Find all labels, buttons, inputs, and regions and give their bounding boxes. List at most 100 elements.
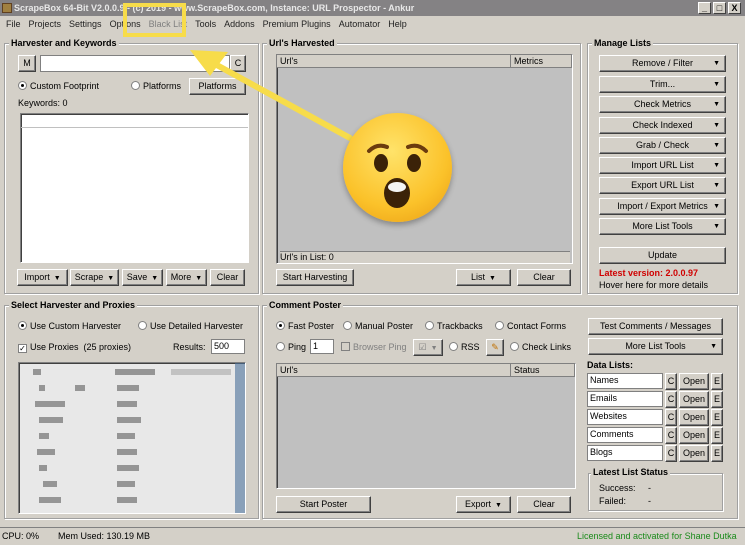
contact-forms-radio[interactable]: Contact Forms bbox=[495, 321, 566, 331]
rss-radio[interactable]: RSS bbox=[449, 342, 480, 352]
more-list-tools-label: More List Tools bbox=[632, 221, 693, 231]
trim-button[interactable]: Trim... ▼ bbox=[599, 76, 726, 93]
export-button[interactable]: Export ▼ bbox=[456, 496, 511, 513]
websites-open-button[interactable]: Open bbox=[679, 409, 709, 426]
scrape-button[interactable]: Scrape ▼ bbox=[70, 269, 119, 286]
import-export-metrics-button[interactable]: Import / Export Metrics ▼ bbox=[599, 198, 726, 215]
start-harvesting-button[interactable]: Start Harvesting bbox=[276, 269, 354, 286]
proxies-scrollbar[interactable] bbox=[235, 363, 245, 513]
manual-poster-radio[interactable]: Manual Poster bbox=[343, 321, 413, 331]
menu-help[interactable]: Help bbox=[384, 19, 411, 29]
poster-col-status-header[interactable]: Status bbox=[511, 364, 575, 377]
poster-more-list-tools-button[interactable]: More List Tools ▼ bbox=[588, 338, 723, 355]
dropdown-arrow-icon: ▼ bbox=[495, 502, 502, 509]
proxies-list[interactable] bbox=[18, 362, 246, 514]
menu-settings[interactable]: Settings bbox=[65, 19, 106, 29]
dropdown-arrow-icon: ▼ bbox=[713, 101, 720, 108]
fast-poster-label: Fast Poster bbox=[288, 321, 335, 331]
results-input[interactable]: 500 bbox=[211, 339, 245, 354]
poster-col-urls-header[interactable]: Url's bbox=[277, 364, 511, 377]
radio-on-icon bbox=[276, 321, 285, 330]
minimize-button[interactable]: _ bbox=[698, 2, 711, 14]
emails-edit-button[interactable]: E bbox=[711, 391, 723, 408]
emails-open-button[interactable]: Open bbox=[679, 391, 709, 408]
m-button[interactable]: M bbox=[18, 55, 36, 72]
websites-edit-button[interactable]: E bbox=[711, 409, 723, 426]
ping-count-input[interactable]: 1 bbox=[310, 339, 334, 354]
more-button[interactable]: More ▼ bbox=[166, 269, 207, 286]
websites-field[interactable]: Websites bbox=[587, 409, 663, 425]
col-metrics-header[interactable]: Metrics bbox=[511, 55, 572, 68]
import-label: Import bbox=[24, 272, 50, 282]
remove-filter-label: Remove / Filter bbox=[631, 58, 693, 68]
browser-ping-checkbox[interactable]: Browser Ping bbox=[341, 342, 407, 352]
dropdown-arrow-icon: ▼ bbox=[713, 122, 720, 129]
import-export-metrics-label: Import / Export Metrics bbox=[617, 201, 708, 211]
update-button[interactable]: Update bbox=[599, 247, 726, 264]
poster-more-list-tools-label: More List Tools bbox=[625, 341, 686, 351]
clear-urls-button[interactable]: Clear bbox=[517, 269, 571, 286]
grab-check-button[interactable]: Grab / Check ▼ bbox=[599, 137, 726, 154]
remove-filter-button[interactable]: Remove / Filter ▼ bbox=[599, 55, 726, 72]
radio-off-icon bbox=[131, 81, 140, 90]
trackbacks-label: Trackbacks bbox=[437, 321, 483, 331]
comments-clear-button[interactable]: C bbox=[665, 427, 677, 444]
names-edit-button[interactable]: E bbox=[711, 373, 723, 390]
comments-edit-button[interactable]: E bbox=[711, 427, 723, 444]
check-indexed-button[interactable]: Check Indexed ▼ bbox=[599, 117, 726, 134]
latest-version: Latest version: 2.0.0.97 bbox=[599, 268, 699, 278]
close-button[interactable]: X bbox=[728, 2, 741, 14]
trackbacks-radio[interactable]: Trackbacks bbox=[425, 321, 483, 331]
hover-details-link[interactable]: Hover here for more details bbox=[599, 280, 708, 290]
menu-tools[interactable]: Tools bbox=[191, 19, 220, 29]
fast-poster-radio[interactable]: Fast Poster bbox=[276, 321, 334, 331]
comments-open-button[interactable]: Open bbox=[679, 427, 709, 444]
custom-footprint-radio[interactable]: Custom Footprint bbox=[18, 81, 99, 91]
ping-radio[interactable]: Ping bbox=[276, 342, 306, 352]
names-field[interactable]: Names bbox=[587, 373, 663, 389]
browser-ping-dropdown[interactable]: ☑ ▼ bbox=[413, 339, 443, 356]
websites-clear-button[interactable]: C bbox=[665, 409, 677, 426]
use-detailed-harvester-radio[interactable]: Use Detailed Harvester bbox=[138, 321, 243, 331]
export-url-list-button[interactable]: Export URL List ▼ bbox=[599, 177, 726, 194]
latest-status-title: Latest List Status bbox=[591, 467, 671, 477]
check-metrics-button[interactable]: Check Metrics ▼ bbox=[599, 96, 726, 113]
emails-field[interactable]: Emails bbox=[587, 391, 663, 407]
urls-in-list-count: 0 bbox=[328, 252, 334, 262]
rss-label: RSS bbox=[461, 342, 480, 352]
import-button[interactable]: Import ▼ bbox=[17, 269, 68, 286]
dropdown-arrow-icon: ▼ bbox=[195, 275, 203, 282]
dropdown-arrow-icon: ▼ bbox=[107, 275, 115, 282]
menu-file[interactable]: File bbox=[2, 19, 25, 29]
names-clear-button[interactable]: C bbox=[665, 373, 677, 390]
more-list-tools-button[interactable]: More List Tools ▼ bbox=[599, 218, 726, 235]
menu-automator[interactable]: Automator bbox=[335, 19, 385, 29]
menu-premium-plugins[interactable]: Premium Plugins bbox=[259, 19, 335, 29]
comments-field[interactable]: Comments bbox=[587, 427, 663, 443]
poster-urls-list[interactable]: Url's Status bbox=[276, 363, 576, 489]
save-button[interactable]: Save ▼ bbox=[122, 269, 163, 286]
names-open-button[interactable]: Open bbox=[679, 373, 709, 390]
list-button[interactable]: List ▼ bbox=[456, 269, 511, 286]
clear-poster-button[interactable]: Clear bbox=[517, 496, 571, 513]
use-proxies-checkbox[interactable]: ✓ Use Proxies (25 proxies) bbox=[18, 342, 131, 353]
status-bar: CPU: 0% Mem Used: 130.19 MB Licensed and… bbox=[0, 527, 745, 545]
start-poster-button[interactable]: Start Poster bbox=[276, 496, 371, 513]
use-custom-harvester-radio[interactable]: Use Custom Harvester bbox=[18, 321, 121, 331]
menu-addons[interactable]: Addons bbox=[220, 19, 259, 29]
emails-clear-button[interactable]: C bbox=[665, 391, 677, 408]
harvester-title: Harvester and Keywords bbox=[9, 38, 119, 48]
blogs-clear-button[interactable]: C bbox=[665, 445, 677, 462]
maximize-button[interactable]: □ bbox=[713, 2, 726, 14]
blogs-field[interactable]: Blogs bbox=[587, 445, 663, 461]
blogs-edit-button[interactable]: E bbox=[711, 445, 723, 462]
test-comments-button[interactable]: Test Comments / Messages bbox=[588, 318, 723, 335]
clear-keywords-button[interactable]: Clear bbox=[210, 269, 245, 286]
blogs-open-button[interactable]: Open bbox=[679, 445, 709, 462]
import-url-list-button[interactable]: Import URL List ▼ bbox=[599, 157, 726, 174]
check-links-radio[interactable]: Check Links bbox=[510, 342, 571, 352]
menu-projects[interactable]: Projects bbox=[25, 19, 66, 29]
rss-icon: ✎ bbox=[491, 342, 499, 352]
check-metrics-label: Check Metrics bbox=[633, 99, 691, 109]
rss-settings-button[interactable]: ✎ bbox=[486, 339, 504, 356]
